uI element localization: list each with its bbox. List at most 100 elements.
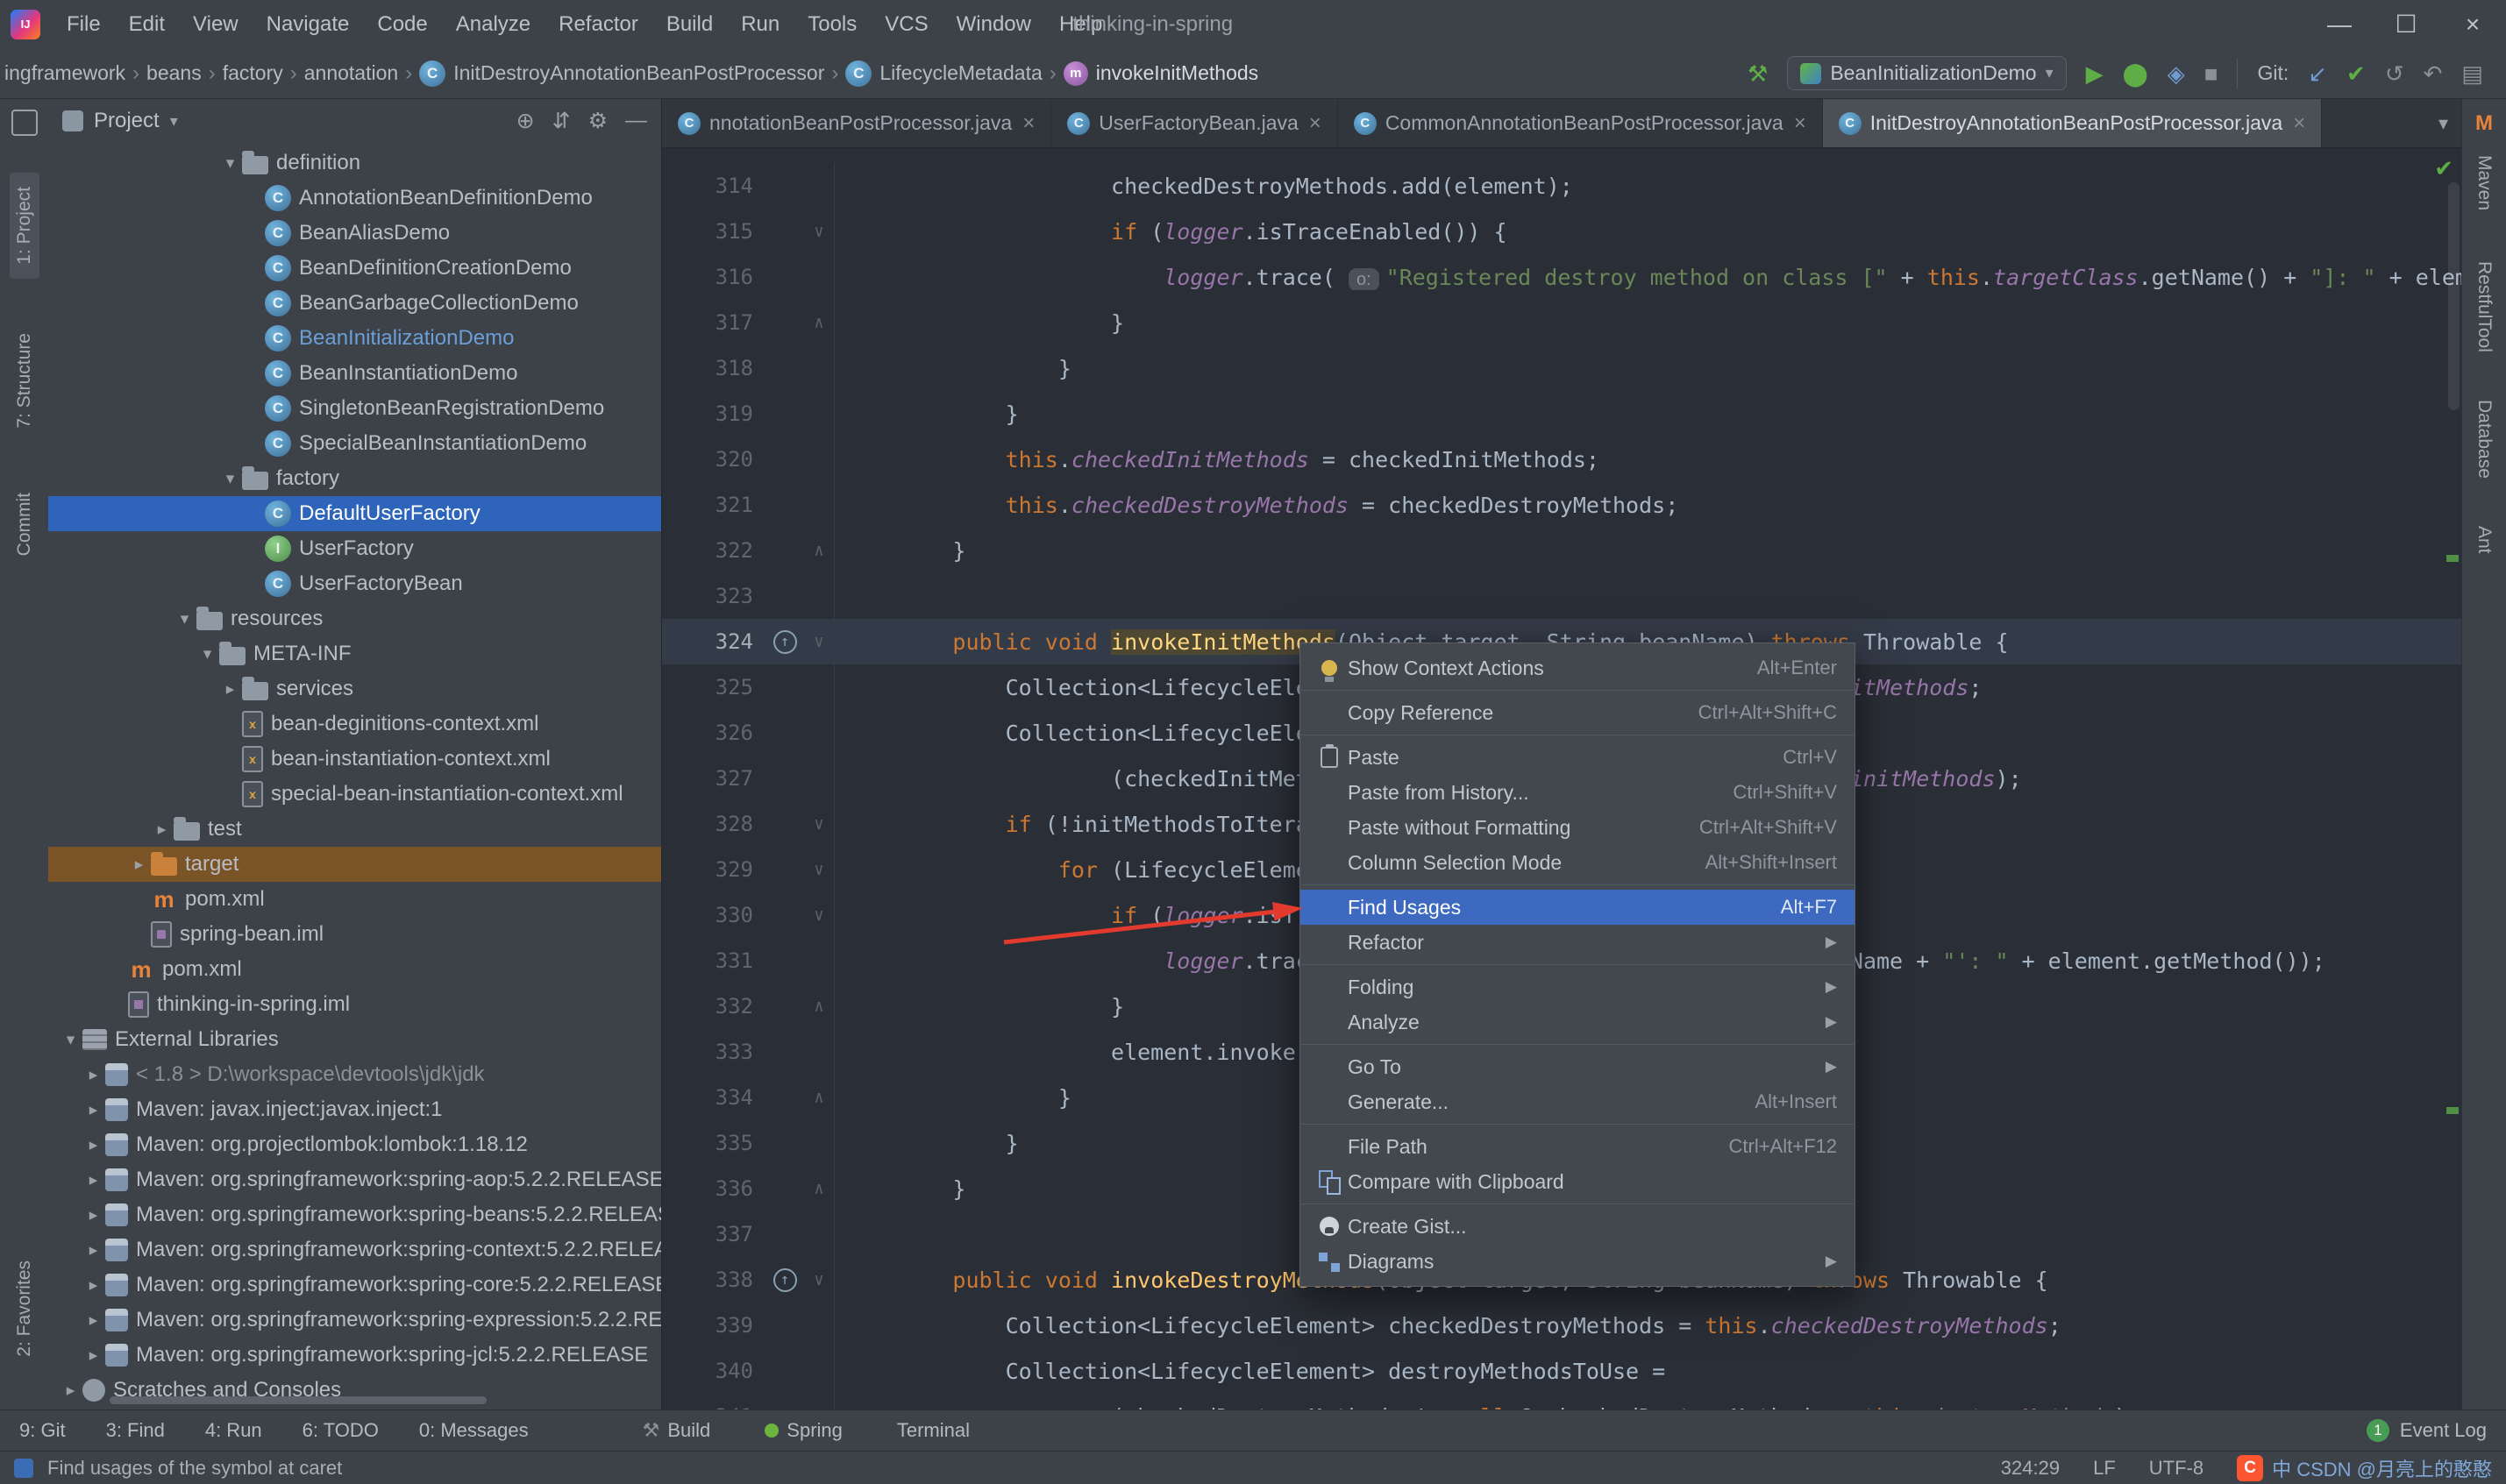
breadcrumb-item-initdestroyannotationbeanpostprocessor[interactable]: CInitDestroyAnnotationBeanPostProcessor	[415, 58, 829, 89]
chevron-right-icon[interactable]: ▸	[82, 1275, 105, 1296]
breadcrumb-item-ingframework[interactable]: ingframework	[0, 59, 130, 88]
tab-list-dropdown-icon[interactable]: ▾	[2424, 112, 2462, 135]
tool-button-2-favorites[interactable]: 2: Favorites	[14, 1260, 35, 1357]
chevron-right-icon[interactable]: ▸	[82, 1065, 105, 1085]
tree-row-userfactory[interactable]: IUserFactory	[48, 531, 661, 566]
tree-row-bean-instantiation-context-xml[interactable]: xbean-instantiation-context.xml	[48, 742, 661, 777]
toolbar-button-6-todo[interactable]: 6: TODO	[303, 1419, 379, 1442]
line-number[interactable]: 315	[662, 219, 765, 244]
tree-row-spring-bean-iml[interactable]: spring-bean.iml	[48, 917, 661, 952]
close-button[interactable]: ×	[2439, 0, 2506, 48]
line-number[interactable]: 336	[662, 1176, 765, 1201]
line-number[interactable]: 320	[662, 447, 765, 472]
menubar-item-analyze[interactable]: Analyze	[442, 0, 545, 48]
layout-button[interactable]: ▤	[2461, 62, 2483, 85]
menubar-item-navigate[interactable]: Navigate	[253, 0, 364, 48]
tree-row-pom-xml[interactable]: mpom.xml	[48, 952, 661, 987]
breadcrumb-item-beans[interactable]: beans	[142, 59, 206, 88]
code-line-317[interactable]: 317∧ }	[662, 300, 2462, 345]
stop-button[interactable]: ■	[2204, 62, 2218, 85]
code-line-316[interactable]: 316 logger.trace( o:"Registered destroy …	[662, 254, 2462, 300]
tree-row-resources[interactable]: ▾resources	[48, 601, 661, 636]
fold-marker[interactable]: ∧	[804, 1075, 835, 1120]
tree-row-pom-xml[interactable]: mpom.xml	[48, 882, 661, 917]
line-number[interactable]: 335	[662, 1131, 765, 1155]
run-button[interactable]: ▶	[2086, 62, 2104, 85]
menu-item-refactor[interactable]: Refactor▶	[1300, 925, 1855, 960]
caret-position[interactable]: 324:29	[2001, 1457, 2060, 1480]
menubar-item-refactor[interactable]: Refactor	[545, 0, 652, 48]
menubar-item-view[interactable]: View	[179, 0, 253, 48]
breadcrumb-item-factory[interactable]: factory	[218, 59, 288, 88]
tree-row-beaninitializationdemo[interactable]: CBeanInitializationDemo	[48, 321, 661, 356]
line-number[interactable]: 314	[662, 174, 765, 198]
line-number[interactable]: 325	[662, 675, 765, 699]
gear-icon[interactable]: ⚙	[588, 108, 608, 134]
chevron-right-icon[interactable]: ▸	[127, 855, 151, 875]
menu-item-compare-with-clipboard[interactable]: Compare with Clipboard	[1300, 1164, 1855, 1199]
fold-marker[interactable]: ∨	[804, 892, 835, 938]
code-line-340[interactable]: 340 Collection<LifecycleElement> destroy…	[662, 1348, 2462, 1394]
line-number[interactable]: 321	[662, 493, 765, 517]
line-number[interactable]: 317	[662, 310, 765, 335]
tab-commonannotationbeanpostprocessor-java[interactable]: CCommonAnnotationBeanPostProcessor.java×	[1338, 99, 1823, 147]
close-tab-icon[interactable]: ×	[2293, 111, 2305, 136]
tool-button-commit[interactable]: Commit	[14, 493, 35, 556]
git-history-button[interactable]: ↺	[2385, 62, 2404, 85]
tab-userfactorybean-java[interactable]: CUserFactoryBean.java×	[1051, 99, 1338, 147]
tree-row-beandefinitioncreationdemo[interactable]: CBeanDefinitionCreationDemo	[48, 251, 661, 286]
chevron-down-icon[interactable]: ▾	[59, 1030, 82, 1050]
line-number[interactable]: 334	[662, 1085, 765, 1110]
tree-row-beaninstantiationdemo[interactable]: CBeanInstantiationDemo	[48, 356, 661, 391]
tree-row-maven-javax-inject-javax-inject-1[interactable]: ▸Maven: javax.inject:javax.inject:1	[48, 1092, 661, 1127]
menu-item-create-gist[interactable]: Create Gist...	[1300, 1209, 1855, 1244]
tree-row-userfactorybean[interactable]: CUserFactoryBean	[48, 566, 661, 601]
menubar-item-file[interactable]: File	[53, 0, 115, 48]
line-number[interactable]: 338	[662, 1267, 765, 1292]
menubar-item-edit[interactable]: Edit	[115, 0, 179, 48]
fold-marker[interactable]: ∨	[804, 847, 835, 892]
menu-item-generate[interactable]: Generate...Alt+Insert	[1300, 1084, 1855, 1119]
tool-button-7-structure[interactable]: 7: Structure	[14, 333, 35, 429]
event-log-button[interactable]: 1 Event Log	[2367, 1419, 2487, 1442]
toolbar-button-spring[interactable]: Spring	[765, 1419, 843, 1442]
tab-nnotationbeanpostprocessor-java[interactable]: CnnotationBeanPostProcessor.java×	[662, 99, 1051, 147]
code-line-314[interactable]: 314 checkedDestroyMethods.add(element);	[662, 163, 2462, 209]
menu-item-go-to[interactable]: Go To▶	[1300, 1049, 1855, 1084]
menu-item-diagrams[interactable]: Diagrams▶	[1300, 1244, 1855, 1279]
toolbar-button-0-messages[interactable]: 0: Messages	[419, 1419, 529, 1442]
fold-marker[interactable]: ∧	[804, 1166, 835, 1211]
vertical-scrollbar[interactable]	[2448, 182, 2460, 410]
chevron-right-icon[interactable]: ▸	[82, 1346, 105, 1366]
line-number[interactable]: 337	[662, 1222, 765, 1246]
tree-row-maven-org-springframework-spring-expression-5-2-2-release[interactable]: ▸Maven: org.springframework:spring-expre…	[48, 1303, 661, 1338]
menu-item-paste[interactable]: PasteCtrl+V	[1300, 740, 1855, 775]
menu-item-find-usages[interactable]: Find UsagesAlt+F7	[1300, 890, 1855, 925]
project-tool-icon[interactable]	[11, 110, 38, 136]
line-number[interactable]: 319	[662, 401, 765, 426]
project-panel-title[interactable]: Project	[94, 109, 160, 133]
menubar-item-run[interactable]: Run	[727, 0, 794, 48]
tree-row-singletonbeanregistrationdemo[interactable]: CSingletonBeanRegistrationDemo	[48, 391, 661, 426]
line-number[interactable]: 318	[662, 356, 765, 380]
line-number[interactable]: 340	[662, 1359, 765, 1383]
line-number[interactable]: 333	[662, 1040, 765, 1064]
inspections-ok-icon[interactable]: ✔	[2434, 155, 2453, 182]
fold-marker[interactable]: ∧	[804, 300, 835, 345]
tree-row-maven-org-springframework-spring-context-5-2-2-release[interactable]: ▸Maven: org.springframework:spring-conte…	[48, 1232, 661, 1267]
chevron-down-icon[interactable]: ▾	[218, 153, 242, 174]
tree-row-bean-deginitions-context-xml[interactable]: xbean-deginitions-context.xml	[48, 706, 661, 742]
tool-button-ant[interactable]: Ant	[2474, 526, 2495, 554]
chevron-right-icon[interactable]: ▸	[218, 679, 242, 699]
line-number[interactable]: 330	[662, 903, 765, 927]
code-line-320[interactable]: 320 this.checkedInitMethods = checkedIni…	[662, 437, 2462, 482]
breadcrumb-item-annotation[interactable]: annotation	[300, 59, 402, 88]
minimize-button[interactable]: —	[2306, 0, 2373, 48]
breadcrumb-item-invokeinitmethods[interactable]: minvokeInitMethods	[1059, 59, 1263, 89]
tree-row-beangarbagecollectiondemo[interactable]: CBeanGarbageCollectionDemo	[48, 286, 661, 321]
tree-row-maven-org-springframework-spring-aop-5-2-2-release[interactable]: ▸Maven: org.springframework:spring-aop:5…	[48, 1162, 661, 1197]
line-number[interactable]: 323	[662, 584, 765, 608]
menu-item-copy-reference[interactable]: Copy ReferenceCtrl+Alt+Shift+C	[1300, 695, 1855, 730]
menubar-item-tools[interactable]: Tools	[794, 0, 871, 48]
chevron-down-icon[interactable]: ▾	[196, 644, 219, 664]
